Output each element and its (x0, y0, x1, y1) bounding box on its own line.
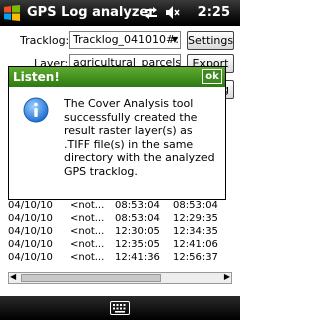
date-cell: 04/10/10 (8, 213, 53, 224)
date-cell: 04/10/10 (8, 252, 53, 263)
scrollbar-thumb[interactable] (21, 274, 161, 282)
name-cell: <not... (70, 252, 105, 263)
start-cell: 12:41:36 (115, 252, 160, 263)
start-cell: 12:35:05 (115, 239, 160, 250)
end-cell: 12:34:35 (173, 226, 218, 237)
keyboard-icon[interactable] (110, 301, 130, 315)
end-cell: 12:29:35 (173, 213, 218, 224)
chevron-down-icon: ▼ (171, 35, 178, 44)
end-cell: 08:53:04 (173, 200, 218, 211)
connectivity-icon[interactable] (143, 5, 159, 20)
tracklog-select[interactable]: Tracklog_041010#: ▼ (69, 31, 181, 49)
ok-button[interactable]: ok (202, 69, 222, 84)
scroll-right-icon[interactable]: ▶ (224, 272, 230, 281)
title-bar: GPS Log analyzer 2:25 (0, 0, 240, 26)
windows-start-icon[interactable] (3, 4, 21, 22)
scroll-left-icon[interactable]: ◀ (10, 272, 16, 281)
name-cell: <not... (70, 239, 105, 250)
dialog-title: Listen! (13, 70, 60, 84)
message-dialog: Listen! ok The Cover Analysis tool succe… (8, 66, 226, 200)
tracklog-list[interactable]: 04/10/10 <not... 08:53:04 08:53:04 04/10… (8, 199, 232, 264)
info-icon (23, 97, 49, 123)
end-cell: 12:41:06 (173, 239, 218, 250)
date-cell: 04/10/10 (8, 200, 53, 211)
date-cell: 04/10/10 (8, 226, 53, 237)
app-title: GPS Log analyzer (27, 5, 155, 20)
horizontal-scrollbar[interactable]: ◀ ▶ (8, 272, 232, 284)
bottom-bar (0, 296, 240, 320)
start-cell: 12:30:05 (115, 226, 160, 237)
start-cell: 08:53:04 (115, 213, 160, 224)
list-item[interactable]: 04/10/10 <not... 12:35:05 12:41:06 (8, 238, 232, 251)
volume-icon[interactable] (165, 5, 181, 20)
name-cell: <not... (70, 200, 105, 211)
list-item[interactable]: 04/10/10 <not... 08:53:04 08:53:04 (8, 199, 232, 212)
dialog-title-bar: Listen! ok (9, 67, 225, 87)
date-cell: 04/10/10 (8, 239, 53, 250)
dialog-message: The Cover Analysis tool successfully cre… (64, 97, 215, 178)
list-item[interactable]: 04/10/10 <not... 08:53:04 12:29:35 (8, 212, 232, 225)
settings-button[interactable]: Settings (187, 31, 234, 50)
clock: 2:25 (197, 5, 230, 20)
list-item[interactable]: 04/10/10 <not... 12:41:36 12:56:37 (8, 251, 232, 264)
name-cell: <not... (70, 226, 105, 237)
list-item[interactable]: 04/10/10 <not... 12:30:05 12:34:35 (8, 225, 232, 238)
start-cell: 08:53:04 (115, 200, 160, 211)
tracklog-value: Tracklog_041010#: (73, 33, 179, 46)
end-cell: 12:56:37 (173, 252, 218, 263)
name-cell: <not... (70, 213, 105, 224)
tracklog-label: Tracklog: (20, 34, 70, 47)
